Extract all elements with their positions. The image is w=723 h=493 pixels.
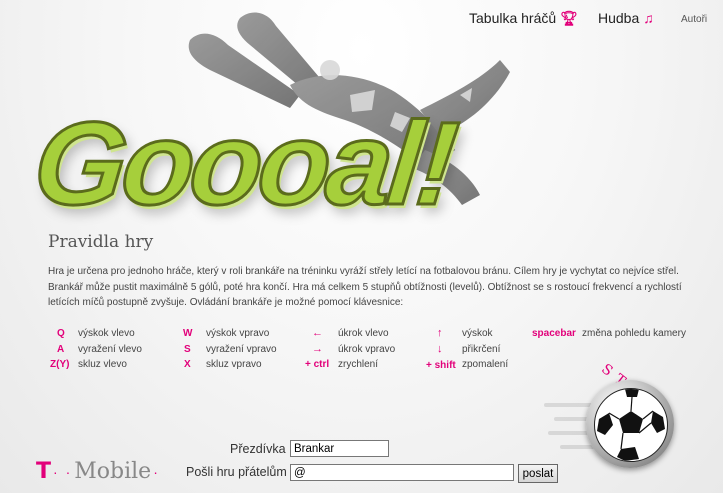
control-desc: úkrok vlevo [338, 328, 389, 339]
arrow-right-icon: → [312, 343, 323, 355]
control-key: spacebar [532, 328, 576, 339]
rules-text: Hra je určena pro jednoho hráče, který v… [48, 266, 682, 308]
logo-dots: · · [53, 464, 73, 481]
control-desc: skluz vpravo [206, 359, 262, 370]
hero-banner: Goooal! [0, 0, 723, 232]
nickname-label: Přezdívka [230, 442, 286, 456]
nickname-input[interactable] [290, 440, 389, 457]
send-to-friends-label: Pošli hru přátelům [186, 465, 287, 479]
control-desc: výskok [462, 328, 493, 339]
control-desc: úkrok vpravo [338, 344, 396, 355]
control-desc: výskok vpravo [206, 328, 270, 339]
control-key: + shift [426, 360, 456, 371]
control-desc: vyražení vlevo [78, 344, 142, 355]
control-desc: vyražení vpravo [206, 344, 277, 355]
arrow-up-icon: ↑ [437, 327, 443, 339]
logo-word: Mobile [74, 459, 152, 484]
rules-heading: Pravidla hry [48, 232, 154, 252]
logo-dot-end: · [153, 464, 160, 481]
control-desc: skluz vlevo [78, 359, 127, 370]
control-key: W [183, 328, 193, 339]
start-area: START [544, 355, 718, 485]
control-desc: výskok vlevo [78, 328, 135, 339]
t-mobile-logo: T · ·Mobile · [36, 458, 162, 484]
friend-email-input[interactable] [290, 464, 514, 481]
send-button[interactable]: poslat [518, 464, 558, 483]
control-key: + ctrl [305, 359, 330, 370]
control-desc: přikrčení [462, 344, 501, 355]
control-key: Z(Y) [50, 359, 70, 370]
soccer-ball-icon [594, 388, 668, 462]
control-key: A [57, 344, 65, 355]
control-key: X [184, 359, 191, 370]
start-button[interactable] [586, 380, 674, 468]
game-title-logo: Goooal! [27, 97, 462, 232]
control-desc: zrychlení [338, 359, 379, 370]
control-desc: změna pohledu kamery [582, 328, 686, 339]
control-key: S [184, 344, 191, 355]
arrow-down-icon: ↓ [437, 343, 443, 355]
logo-t: T [36, 459, 52, 484]
control-key: Q [57, 328, 65, 339]
arrow-left-icon: ← [312, 327, 323, 339]
control-desc: zpomalení [462, 359, 509, 370]
